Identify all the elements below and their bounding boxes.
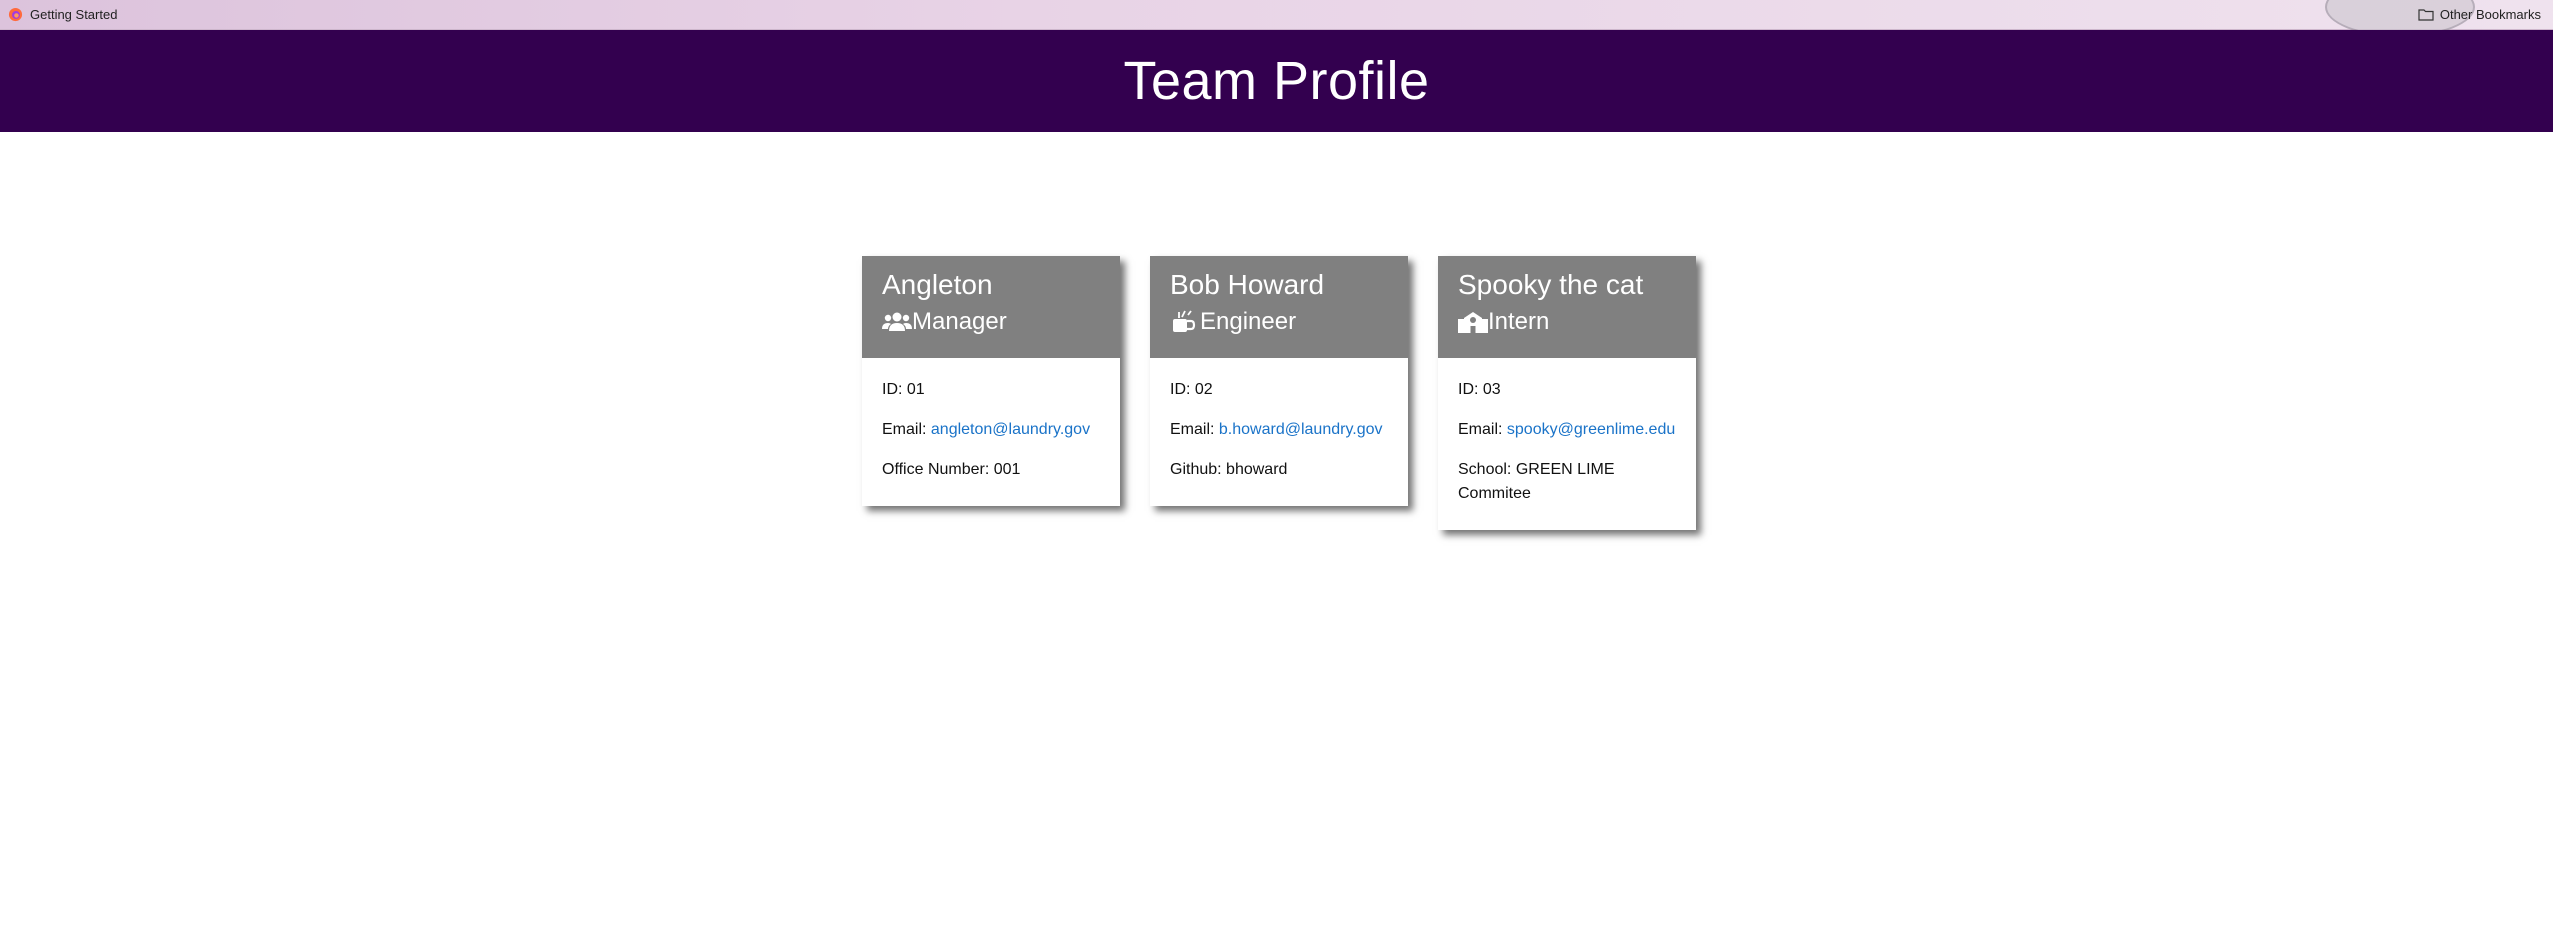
office-row: Office Number: 001: [882, 458, 1100, 482]
card-body: ID: 03 Email: spooky@greenlime.edu Schoo…: [1438, 358, 1696, 530]
email-link[interactable]: angleton@laundry.gov: [931, 421, 1090, 438]
school-icon: [1458, 312, 1488, 333]
github-label: Github:: [1170, 461, 1222, 478]
folder-icon: [2418, 9, 2434, 21]
office-label: Office Number:: [882, 461, 990, 478]
email-row: Email: angleton@laundry.gov: [882, 418, 1100, 442]
employee-card-manager: Angleton Manager ID: 01 Email: angleton@…: [862, 256, 1120, 506]
email-label: Email:: [1170, 421, 1215, 438]
github-value: bhoward: [1226, 461, 1288, 478]
email-link[interactable]: b.howard@laundry.gov: [1219, 421, 1383, 438]
office-value: 001: [993, 461, 1021, 478]
id-value: 03: [1482, 381, 1501, 398]
other-bookmarks-label: Other Bookmarks: [2439, 7, 2541, 22]
email-label: Email:: [1458, 421, 1503, 438]
employee-role: Intern: [1458, 307, 1676, 337]
github-row: Github: bhoward: [1170, 458, 1388, 482]
engineer-mug-icon: [1173, 310, 1196, 332]
role-label: Intern: [1488, 308, 1550, 335]
employee-card-intern: Spooky the cat Intern ID: 03 Email: spoo…: [1438, 256, 1696, 530]
card-header: Bob Howard Engineer: [1150, 256, 1408, 358]
email-label: Email:: [882, 421, 927, 438]
page-title: Team Profile: [1123, 51, 1430, 111]
id-label: ID:: [1170, 381, 1191, 398]
card-header: Angleton Manager: [862, 256, 1120, 358]
role-label: Manager: [912, 308, 1007, 335]
bookmark-getting-started[interactable]: Getting Started: [8, 7, 117, 22]
email-link[interactable]: spooky@greenlime.edu: [1507, 421, 1675, 438]
school-row: School: GREEN LIME Commitee: [1458, 458, 1676, 506]
id-value: 01: [906, 381, 925, 398]
users-icon: [882, 312, 912, 331]
employee-name: Bob Howard: [1170, 269, 1325, 300]
id-row: ID: 02: [1170, 378, 1388, 402]
bookmarks-bar: Getting Started Other Bookmarks: [0, 0, 2553, 37]
role-label: Engineer: [1200, 308, 1297, 335]
id-row: ID: 01: [882, 378, 1100, 402]
bookmark-label: Getting Started: [30, 7, 118, 22]
id-label: ID:: [882, 381, 903, 398]
card-body: ID: 02 Email: b.howard@laundry.gov Githu…: [1150, 358, 1408, 506]
employee-role: Engineer: [1170, 307, 1388, 337]
id-label: ID:: [1458, 381, 1479, 398]
employee-name: Angleton: [882, 269, 993, 300]
firefox-icon: [8, 7, 23, 22]
page-header: Team Profile: [0, 30, 2553, 132]
employee-card-engineer: Bob Howard Engineer ID: 02 Email: b.howa…: [1150, 256, 1408, 506]
id-value: 02: [1194, 381, 1213, 398]
email-row: Email: spooky@greenlime.edu: [1458, 418, 1676, 442]
employee-name: Spooky the cat: [1458, 269, 1644, 300]
card-body: ID: 01 Email: angleton@laundry.gov Offic…: [862, 358, 1120, 506]
id-row: ID: 03: [1458, 378, 1676, 402]
email-row: Email: b.howard@laundry.gov: [1170, 418, 1388, 442]
school-label: School:: [1458, 461, 1512, 478]
other-bookmarks[interactable]: Other Bookmarks: [2325, 0, 2545, 37]
team-cards: Angleton Manager ID: 01 Email: angleton@…: [862, 256, 1696, 530]
card-header: Spooky the cat Intern: [1438, 256, 1696, 358]
employee-role: Manager: [882, 307, 1100, 337]
